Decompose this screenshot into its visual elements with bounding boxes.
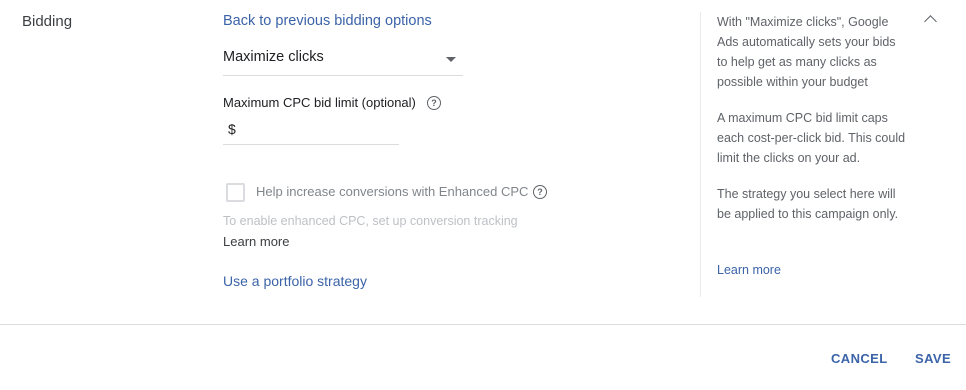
back-to-previous-bidding-link[interactable]: Back to previous bidding options <box>223 13 432 29</box>
chevron-up-icon[interactable] <box>924 15 937 28</box>
currency-symbol: $ <box>228 121 236 137</box>
cancel-button[interactable]: CANCEL <box>831 351 888 366</box>
help-learn-more-link[interactable]: Learn more <box>717 263 781 277</box>
enhanced-cpc-checkbox[interactable] <box>226 183 245 202</box>
section-label: Bidding <box>22 13 73 30</box>
help-circle-icon[interactable]: ? <box>533 185 547 199</box>
panel-divider <box>700 12 701 297</box>
help-paragraph: The strategy you select here will be app… <box>717 187 899 221</box>
help-paragraph: A maximum CPC bid limit caps each cost-p… <box>717 111 906 165</box>
help-circle-icon[interactable]: ? <box>427 96 441 110</box>
bidding-strategy-select[interactable]: Maximize clicks <box>223 40 463 76</box>
cpc-limit-label: Maximum CPC bid limit (optional) <box>223 95 416 110</box>
enhanced-cpc-label: Help increase conversions with Enhanced … <box>256 184 529 199</box>
portfolio-strategy-link[interactable]: Use a portfolio strategy <box>223 273 367 289</box>
learn-more-link[interactable]: Learn more <box>223 234 289 249</box>
footer-divider <box>0 324 966 325</box>
cpc-limit-field[interactable]: $ <box>223 114 399 145</box>
bidding-strategy-value: Maximize clicks <box>223 49 324 65</box>
caret-down-icon <box>446 57 456 62</box>
help-paragraph: With "Maximize clicks", Google Ads autom… <box>717 15 896 89</box>
conversion-tracking-hint: To enable enhanced CPC, set up conversio… <box>223 214 518 228</box>
save-button[interactable]: SAVE <box>915 351 951 366</box>
